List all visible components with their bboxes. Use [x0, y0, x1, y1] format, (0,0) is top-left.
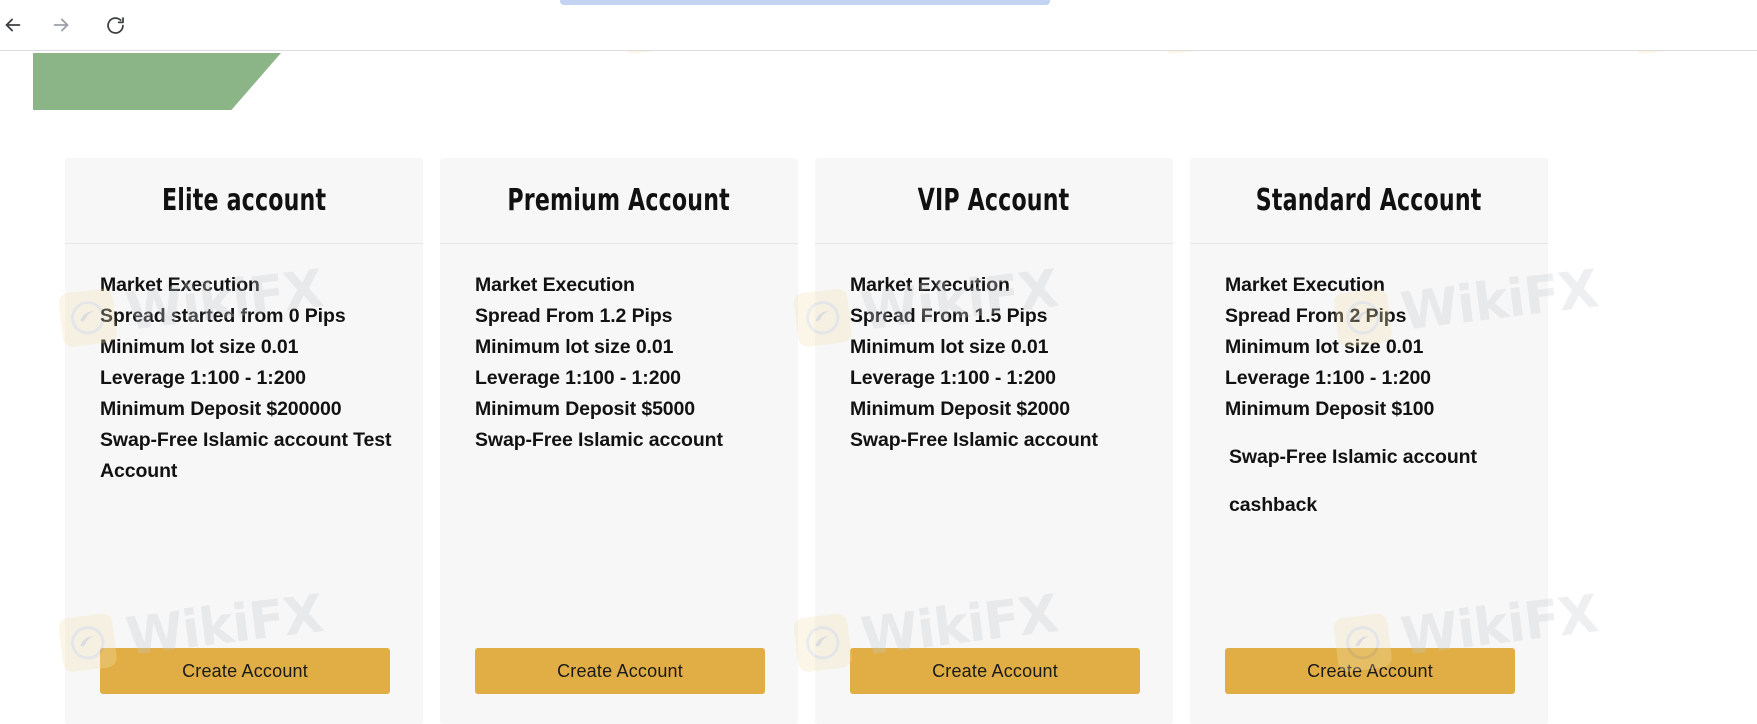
card-feature-list: Market Execution Spread From 1.5 Pips Mi…	[815, 244, 1173, 648]
card-title: Elite account	[161, 183, 327, 218]
card-header: VIP Account	[815, 158, 1173, 244]
create-account-button[interactable]: Create Account	[1225, 648, 1515, 694]
reload-icon	[105, 15, 126, 36]
feature-item: Swap-Free Islamic account Test Account	[100, 429, 392, 482]
toolbar-bottom-border	[0, 50, 1757, 51]
card-title: Premium Account	[507, 183, 731, 218]
card-header: Standard Account	[1190, 158, 1548, 244]
card-header: Premium Account	[440, 158, 798, 244]
account-card-premium: Premium Account Market Execution Spread …	[440, 158, 798, 724]
feature-item: Minimum lot size 0.01	[475, 336, 674, 358]
feature-item: Minimum lot size 0.01	[1225, 336, 1424, 358]
browser-toolbar	[0, 0, 1757, 50]
feature-item: Leverage 1:100 - 1:200	[850, 367, 1056, 389]
feature-item: Spread From 1.5 Pips	[850, 305, 1048, 327]
feature-item: Swap-Free Islamic account	[475, 429, 723, 451]
create-account-button[interactable]: Create Account	[850, 648, 1140, 694]
account-card-elite: Elite account Market Execution Spread st…	[65, 158, 423, 724]
feature-item: Market Execution	[850, 274, 1010, 296]
feature-item: cashback	[1229, 494, 1318, 516]
web-page-content: Elite account Market Execution Spread st…	[0, 51, 1757, 724]
back-button[interactable]	[0, 4, 34, 46]
card-feature-list: Market Execution Spread From 1.2 Pips Mi…	[440, 244, 798, 648]
feature-item: Minimum Deposit $200000	[100, 398, 342, 420]
feature-item: Swap-Free Islamic account	[850, 429, 1098, 451]
feature-item: Leverage 1:100 - 1:200	[1225, 367, 1431, 389]
card-footer: Create Account	[65, 648, 423, 694]
green-banner-shape	[33, 53, 281, 110]
create-account-button[interactable]: Create Account	[100, 648, 390, 694]
feature-item: Leverage 1:100 - 1:200	[100, 367, 306, 389]
forward-button[interactable]	[40, 4, 82, 46]
account-types-grid: Elite account Market Execution Spread st…	[65, 158, 1691, 724]
card-title: Standard Account	[1256, 183, 1482, 218]
card-footer: Create Account	[1190, 648, 1548, 694]
feature-item: Minimum Deposit $100	[1225, 398, 1435, 420]
create-account-button[interactable]: Create Account	[475, 648, 765, 694]
feature-item: Spread started from 0 Pips	[100, 305, 346, 327]
feature-item: Minimum lot size 0.01	[100, 336, 299, 358]
feature-item: Minimum lot size 0.01	[850, 336, 1049, 358]
card-title: VIP Account	[918, 183, 1070, 218]
reload-button[interactable]	[94, 4, 136, 46]
account-card-vip: VIP Account Market Execution Spread From…	[815, 158, 1173, 724]
feature-item: Minimum Deposit $5000	[475, 398, 696, 420]
card-feature-list: Market Execution Spread From 2 Pips Mini…	[1190, 244, 1548, 648]
card-footer: Create Account	[440, 648, 798, 694]
arrow-left-icon	[2, 14, 24, 36]
tab-strip-edge	[560, 0, 1050, 5]
card-footer: Create Account	[815, 648, 1173, 694]
feature-item: Spread From 2 Pips	[1225, 305, 1407, 327]
feature-item: Market Execution	[100, 274, 260, 296]
card-header: Elite account	[65, 158, 423, 244]
feature-item: Swap-Free Islamic account	[1229, 446, 1477, 468]
feature-item: Market Execution	[475, 274, 635, 296]
arrow-right-icon	[50, 14, 72, 36]
card-feature-list: Market Execution Spread started from 0 P…	[65, 244, 423, 648]
feature-item: Spread From 1.2 Pips	[475, 305, 673, 327]
feature-item: Leverage 1:100 - 1:200	[475, 367, 681, 389]
account-card-standard: Standard Account Market Execution Spread…	[1190, 158, 1548, 724]
browser-window: investment-spot.com Elite account	[0, 0, 1757, 724]
feature-item: Minimum Deposit $2000	[850, 398, 1071, 420]
feature-item: Market Execution	[1225, 274, 1385, 296]
